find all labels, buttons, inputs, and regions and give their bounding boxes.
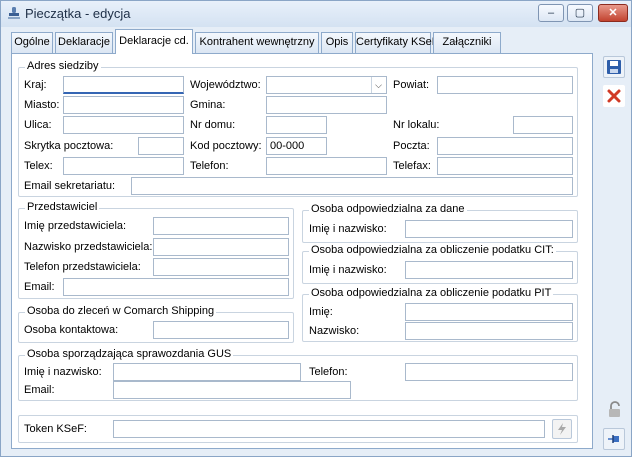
label-nr-lokalu: Nr lokalu:	[393, 119, 440, 131]
nr-lokalu-input[interactable]	[513, 116, 573, 134]
stamp-icon	[8, 7, 20, 19]
minimize-button[interactable]: –	[538, 4, 564, 22]
label-gus-telefon: Telefon:	[309, 366, 348, 378]
label-gus-email: Email:	[24, 384, 55, 396]
chevron-down-icon[interactable]: ⌵	[371, 77, 385, 93]
label-telefax: Telefax:	[393, 160, 431, 172]
tab-certyfikaty-ksef[interactable]: Certyfikaty KSeF	[355, 32, 439, 53]
tab-deklaracje[interactable]: Deklaracje	[55, 32, 113, 53]
skrytka-input[interactable]	[138, 137, 184, 155]
poczta-input[interactable]	[437, 137, 573, 155]
label-skrytka: Skrytka pocztowa:	[24, 140, 114, 152]
label-kod-pocztowy: Kod pocztowy:	[190, 140, 262, 152]
label-wojewodztwo: Województwo:	[190, 79, 261, 91]
label-gmina: Gmina:	[190, 99, 226, 111]
group-title-adres: Adres siedziby	[25, 60, 101, 72]
nr-domu-input[interactable]	[266, 116, 327, 134]
label-gus-imie: Imię i nazwisko:	[24, 366, 102, 378]
telefon-input[interactable]	[266, 157, 387, 175]
telefax-input[interactable]	[437, 157, 573, 175]
tab-deklaracje-cd[interactable]: Deklaracje cd.	[115, 29, 193, 54]
label-telefon-przedstawiciela: Telefon przedstawiciela:	[24, 261, 141, 273]
label-miasto: Miasto:	[24, 99, 60, 111]
save-button[interactable]	[603, 56, 625, 78]
lightning-icon	[558, 423, 566, 435]
edit-window: Pieczątka - edycja – ▢ ✕ Ogólne Deklarac…	[0, 0, 632, 457]
tab-ogolne[interactable]: Ogólne	[11, 32, 53, 53]
label-email-sekretariatu: Email sekretariatu:	[24, 180, 116, 192]
ksef-token-button[interactable]	[552, 419, 572, 439]
label-imie-przedstawiciela: Imię przedstawiciela:	[24, 220, 127, 232]
osoba-pit-nazwisko-input[interactable]	[405, 322, 573, 340]
token-ksef-input[interactable]	[113, 420, 545, 438]
tab-zalaczniki[interactable]: Załączniki	[433, 32, 501, 53]
group-token-ksef: Token KSeF:	[18, 415, 578, 443]
maximize-button[interactable]: ▢	[567, 4, 593, 22]
kod-pocztowy-input[interactable]	[266, 137, 327, 155]
group-title-gus: Osoba sporządzająca sprawozdania GUS	[25, 348, 234, 360]
label-osoba-pit-nazwisko: Nazwisko:	[309, 325, 360, 337]
group-przedstawiciel: Przedstawiciel Imię przedstawiciela: Naz…	[18, 201, 294, 299]
cancel-button[interactable]	[603, 85, 625, 107]
label-token-ksef: Token KSeF:	[24, 423, 87, 435]
label-telefon: Telefon:	[190, 160, 229, 172]
tab-panel: Adres siedziby Kraj: Województwo: ⌵ Powi…	[11, 53, 593, 449]
osoba-kontaktowa-input[interactable]	[153, 321, 289, 339]
group-osoba-dane: Osoba odpowiedzialna za dane Imię i nazw…	[302, 203, 578, 243]
group-title-osoba-dane: Osoba odpowiedzialna za dane	[309, 203, 467, 215]
group-title-przedstawiciel: Przedstawiciel	[25, 201, 100, 213]
tab-kontrahent-wewnetrzny[interactable]: Kontrahent wewnętrzny	[195, 32, 319, 53]
pin-icon	[608, 435, 619, 443]
title-bar: Pieczątka - edycja – ▢ ✕	[1, 1, 631, 27]
osoba-pit-imie-input[interactable]	[405, 303, 573, 321]
telex-input[interactable]	[63, 157, 184, 175]
window-title: Pieczątka - edycja	[25, 6, 131, 21]
osoba-cit-imie-input[interactable]	[405, 261, 573, 279]
label-nazwisko-przedstawiciela: Nazwisko przedstawiciela:	[24, 241, 153, 253]
label-telex: Telex:	[24, 160, 53, 172]
gus-imie-input[interactable]	[113, 363, 301, 381]
label-nr-domu: Nr domu:	[190, 119, 236, 131]
label-ulica: Ulica:	[24, 119, 52, 131]
kraj-input[interactable]	[63, 76, 184, 94]
gus-email-input[interactable]	[113, 381, 351, 399]
telefon-przedstawiciela-input[interactable]	[153, 258, 289, 276]
group-title-shipping: Osoba do zleceń w Comarch Shipping	[25, 305, 217, 317]
group-osoba-cit: Osoba odpowiedzialna za obliczenie podat…	[302, 244, 578, 284]
gus-telefon-input[interactable]	[405, 363, 573, 381]
gmina-input[interactable]	[266, 96, 387, 114]
group-adres-siedziby: Adres siedziby Kraj: Województwo: ⌵ Powi…	[18, 60, 578, 197]
powiat-input[interactable]	[437, 76, 573, 94]
padlock-open-icon	[609, 401, 620, 417]
floppy-disk-icon	[607, 60, 621, 74]
miasto-input[interactable]	[63, 96, 184, 114]
pin-button[interactable]	[603, 428, 625, 450]
label-kraj: Kraj:	[24, 79, 47, 91]
group-title-osoba-pit: Osoba odpowiedzialna za obliczenie podat…	[309, 287, 554, 299]
label-osoba-cit-imie: Imię i nazwisko:	[309, 264, 387, 276]
label-osoba-pit-imie: Imię:	[309, 306, 333, 318]
tab-opis[interactable]: Opis	[321, 32, 353, 53]
label-osoba-kontaktowa: Osoba kontaktowa:	[24, 324, 119, 336]
group-title-osoba-cit: Osoba odpowiedzialna za obliczenie podat…	[309, 244, 556, 256]
osoba-dane-imie-input[interactable]	[405, 220, 573, 238]
imie-przedstawiciela-input[interactable]	[153, 217, 289, 235]
nazwisko-przedstawiciela-input[interactable]	[153, 238, 289, 256]
close-window-button[interactable]: ✕	[598, 4, 628, 22]
ulica-input[interactable]	[63, 116, 184, 134]
label-powiat: Powiat:	[393, 79, 430, 91]
unlock-button[interactable]	[604, 399, 626, 421]
label-poczta: Poczta:	[393, 140, 430, 152]
group-shipping: Osoba do zleceń w Comarch Shipping Osoba…	[18, 305, 294, 343]
group-gus: Osoba sporządzająca sprawozdania GUS Imi…	[18, 348, 578, 401]
label-email-przedstawiciela: Email:	[24, 281, 55, 293]
email-sekretariatu-input[interactable]	[131, 177, 573, 195]
label-osoba-dane-imie: Imię i nazwisko:	[309, 223, 387, 235]
email-przedstawiciela-input[interactable]	[63, 278, 289, 296]
wojewodztwo-select[interactable]: ⌵	[266, 76, 387, 94]
group-osoba-pit: Osoba odpowiedzialna za obliczenie podat…	[302, 287, 578, 342]
red-x-icon	[607, 89, 621, 103]
